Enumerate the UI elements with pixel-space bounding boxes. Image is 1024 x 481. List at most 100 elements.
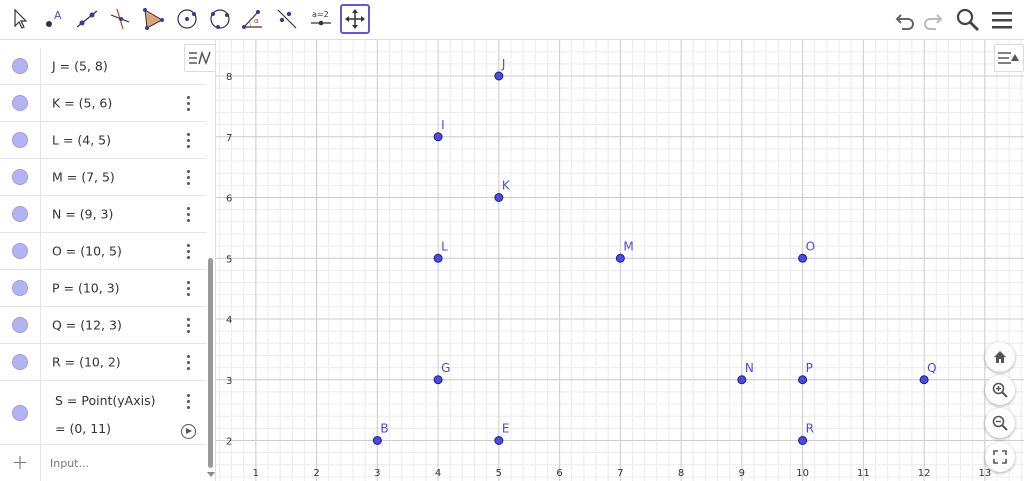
reflect-icon <box>277 9 297 29</box>
algebra-definition: P = (10, 3) <box>52 280 120 296</box>
point-marker-icon[interactable] <box>12 404 28 421</box>
point-g[interactable] <box>433 375 443 385</box>
point-marker-icon[interactable] <box>12 132 28 148</box>
graphics-view[interactable]: 1 2 3 4 5 6 7 8 9 10 11 12 13 2 3 4 5 6 7 8 J I K L M O G N P Q B E R <box>216 40 1024 481</box>
x-tick-label: 4 <box>435 468 441 479</box>
algebra-definition: N = (9, 3) <box>52 206 114 222</box>
add-item-icon[interactable]: + <box>0 443 41 481</box>
point-j[interactable] <box>494 71 504 81</box>
point-marker-icon[interactable] <box>12 354 28 370</box>
algebra-row-n[interactable]: N = (9, 3) <box>0 196 206 233</box>
point-marker-icon[interactable] <box>12 280 28 296</box>
point-l[interactable] <box>433 253 443 263</box>
point-label: L <box>441 239 448 253</box>
more-options-icon[interactable] <box>184 243 192 259</box>
y-tick-label: 4 <box>226 315 232 326</box>
algebra-row-j[interactable]: J = (5, 8) <box>0 48 206 85</box>
visibility-toggle[interactable] <box>0 85 41 121</box>
scroll-down-arrow-icon[interactable] <box>207 472 215 477</box>
zoom-in-button[interactable] <box>985 375 1015 405</box>
menu-button[interactable] <box>988 6 1016 34</box>
algebra-scrollbar[interactable] <box>208 258 213 468</box>
point-label: O <box>806 239 815 253</box>
fullscreen-button[interactable] <box>985 442 1015 472</box>
algebra-row-r[interactable]: R = (10, 2) <box>0 344 206 381</box>
more-options-icon[interactable] <box>184 169 192 185</box>
more-options-icon[interactable] <box>184 206 192 222</box>
svg-text:a=2: a=2 <box>312 10 329 19</box>
visibility-toggle[interactable] <box>0 159 41 195</box>
point-n[interactable] <box>737 375 747 385</box>
more-options-icon[interactable] <box>184 132 192 148</box>
coordinate-plane[interactable]: 1 2 3 4 5 6 7 8 9 10 11 12 132345678JIKL M OG N P QB E R <box>216 40 1024 481</box>
zoom-out-button[interactable] <box>985 408 1015 438</box>
visibility-toggle[interactable] <box>0 196 41 232</box>
arrow-pointer-icon <box>14 8 28 29</box>
algebra-row-o[interactable]: O = (10, 5) <box>0 233 206 270</box>
play-animation-icon[interactable] <box>181 424 196 439</box>
visibility-toggle[interactable] <box>0 48 41 84</box>
x-tick-label: 5 <box>496 468 502 479</box>
redo-button[interactable] <box>919 6 947 34</box>
point-tool[interactable]: A <box>39 4 69 34</box>
point-label: E <box>502 422 510 436</box>
visibility-toggle[interactable] <box>0 344 41 380</box>
x-tick-label: 12 <box>918 468 931 479</box>
angle-tool[interactable]: α <box>238 4 268 34</box>
point-r[interactable] <box>798 436 808 445</box>
point-b[interactable] <box>372 436 382 445</box>
line-tool[interactable] <box>72 4 102 34</box>
point-marker-icon[interactable] <box>12 317 28 333</box>
graphics-style-button[interactable] <box>994 44 1024 72</box>
visibility-toggle[interactable] <box>0 270 41 306</box>
more-options-icon[interactable] <box>184 354 192 370</box>
conic-tool[interactable] <box>205 4 235 34</box>
point-marker-icon[interactable] <box>12 95 28 111</box>
algebra-definition: L = (4, 5) <box>52 132 111 148</box>
more-options-icon[interactable] <box>184 95 192 111</box>
point-marker-icon[interactable] <box>12 169 28 185</box>
visibility-toggle[interactable] <box>0 381 41 444</box>
move-tool[interactable] <box>5 4 35 34</box>
point-i[interactable] <box>433 132 443 142</box>
search-button[interactable] <box>954 6 982 34</box>
algebra-input[interactable] <box>50 455 200 471</box>
undo-button[interactable] <box>891 6 919 34</box>
algebra-row-q[interactable]: Q = (12, 3) <box>0 307 206 344</box>
perpendicular-line-tool[interactable] <box>105 4 135 34</box>
graphics-style-icon <box>998 52 1019 64</box>
algebra-row-s[interactable]: S = Point(yAxis) = (0, 11) <box>0 381 206 445</box>
point-p[interactable] <box>798 375 808 385</box>
point-o[interactable] <box>798 253 808 263</box>
visibility-toggle[interactable] <box>0 122 41 158</box>
algebra-row-p[interactable]: P = (10, 3) <box>0 270 206 307</box>
algebra-row-k[interactable]: K = (5, 6) <box>0 85 206 122</box>
slider-tool[interactable]: a=2 <box>306 4 336 34</box>
point-label: M <box>623 239 633 253</box>
svg-text:A: A <box>54 9 62 22</box>
point-m[interactable] <box>615 253 625 263</box>
point-q[interactable] <box>919 375 929 385</box>
x-tick-label: 10 <box>796 468 809 479</box>
more-options-icon[interactable] <box>184 393 192 409</box>
algebra-row-l[interactable]: L = (4, 5) <box>0 122 206 159</box>
move-graphics-tool[interactable] <box>340 4 370 34</box>
algebra-row-m[interactable]: M = (7, 5) <box>0 159 206 196</box>
algebra-style-button[interactable] <box>184 44 216 72</box>
reflect-tool[interactable] <box>272 4 302 34</box>
point-label: K <box>502 179 511 193</box>
circle-tool[interactable] <box>172 4 202 34</box>
slider-icon: a=2 <box>311 10 331 26</box>
point-marker-icon[interactable] <box>12 58 28 74</box>
circle-three-points-icon <box>210 9 230 29</box>
point-e[interactable] <box>494 436 504 445</box>
home-button[interactable] <box>985 342 1015 372</box>
visibility-toggle[interactable] <box>0 233 41 269</box>
more-options-icon[interactable] <box>184 280 192 296</box>
polygon-tool[interactable] <box>138 4 168 34</box>
more-options-icon[interactable] <box>184 317 192 333</box>
point-marker-icon[interactable] <box>12 243 28 259</box>
point-marker-icon[interactable] <box>12 206 28 222</box>
visibility-toggle[interactable] <box>0 307 41 343</box>
point-k[interactable] <box>494 193 504 202</box>
